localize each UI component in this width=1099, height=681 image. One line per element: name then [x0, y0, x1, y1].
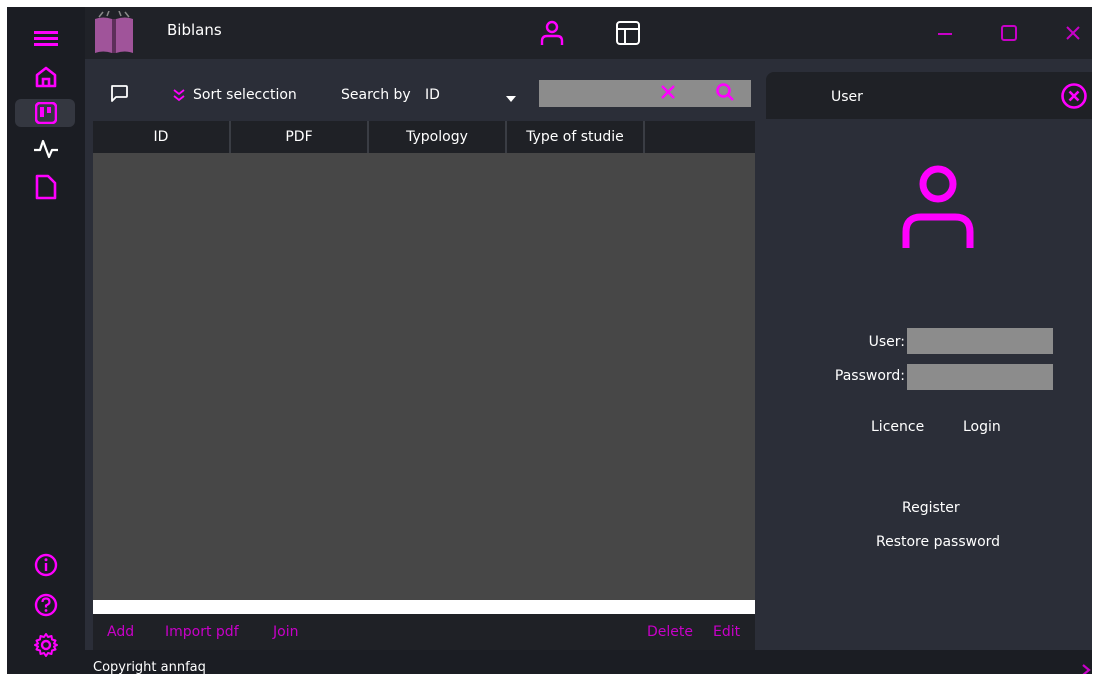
menu-icon	[34, 31, 58, 46]
close-circle-icon	[1061, 83, 1087, 109]
sort-selection-label: Sort selecction	[193, 87, 297, 103]
nav-settings-button[interactable]	[7, 627, 85, 663]
home-icon	[35, 66, 57, 88]
layout-button[interactable]	[615, 20, 641, 50]
close-user-panel-button[interactable]	[1060, 82, 1088, 114]
close-window-button[interactable]	[1061, 21, 1085, 45]
dropdown-arrow-icon[interactable]	[505, 95, 517, 103]
column-header-typology[interactable]: Typology	[369, 121, 507, 153]
comment-button[interactable]	[109, 83, 129, 107]
records-table[interactable]: ID PDF Typology Type of studie	[93, 121, 755, 615]
table-actions-bar: Add Import pdf Join Delete Edit	[93, 614, 755, 650]
nav-info-button[interactable]	[7, 547, 85, 583]
chevron-double-down-icon	[173, 89, 185, 102]
licence-button[interactable]: Licence	[871, 419, 924, 435]
search-by-select-value[interactable]: ID	[425, 87, 440, 103]
book-logo-icon	[95, 11, 133, 53]
copyright-text: Copyright annfaq	[93, 660, 206, 674]
user-panel-header: User	[766, 72, 1092, 119]
user-panel: User User: Password: Licence Login Regis…	[766, 72, 1092, 650]
table-header: ID PDF Typology Type of studie	[93, 121, 755, 153]
user-panel-title: User	[831, 89, 863, 105]
import-pdf-button[interactable]: Import pdf	[165, 624, 239, 640]
left-nav-bar	[7, 7, 85, 674]
search-by-label: Search by	[341, 87, 411, 103]
sort-selection-button[interactable]: Sort selecction	[173, 87, 297, 103]
column-header-type-of-studie[interactable]: Type of studie	[507, 121, 645, 153]
login-button[interactable]: Login	[963, 419, 1001, 435]
nav-board-button[interactable]	[7, 95, 85, 131]
app-window: Biblans Sort selecction Search by ID ID …	[7, 7, 1092, 674]
password-field[interactable]	[907, 364, 1053, 390]
user-icon	[540, 20, 564, 45]
user-profile-button[interactable]	[539, 20, 565, 50]
delete-button[interactable]: Delete	[647, 624, 693, 640]
nav-activity-button[interactable]	[7, 131, 85, 167]
status-bar: Copyright annfaq	[85, 650, 1092, 674]
add-button[interactable]: Add	[107, 624, 134, 640]
horizontal-scrollbar[interactable]	[93, 600, 755, 614]
comment-icon	[111, 85, 128, 102]
table-toolbar: Sort selecction Search by ID	[85, 59, 765, 121]
minimize-icon	[938, 33, 952, 35]
chevron-right-icon[interactable]	[1082, 664, 1092, 674]
layout-icon	[616, 21, 640, 45]
nav-file-button[interactable]	[7, 169, 85, 205]
board-icon	[35, 102, 57, 124]
password-field-label: Password:	[834, 368, 905, 384]
nav-menu-button[interactable]	[7, 21, 85, 57]
user-field[interactable]	[907, 328, 1053, 354]
file-icon	[35, 174, 57, 200]
maximize-icon	[1001, 25, 1017, 41]
join-button[interactable]: Join	[273, 624, 298, 640]
nav-home-button[interactable]	[7, 59, 85, 95]
restore-password-button[interactable]: Restore password	[876, 534, 1000, 550]
minimize-button[interactable]	[933, 21, 957, 45]
close-icon	[1066, 26, 1080, 40]
column-header-id[interactable]: ID	[93, 121, 231, 153]
search-icon[interactable]	[715, 82, 735, 102]
help-icon	[34, 593, 58, 617]
user-field-label: User:	[868, 334, 905, 350]
edit-button[interactable]: Edit	[713, 624, 740, 640]
title-bar: Biblans	[85, 7, 1092, 59]
user-avatar-icon	[902, 165, 974, 248]
maximize-button[interactable]	[997, 21, 1021, 45]
info-icon	[34, 553, 58, 577]
column-header-pdf[interactable]: PDF	[231, 121, 369, 153]
activity-icon	[34, 139, 58, 159]
register-button[interactable]: Register	[902, 500, 960, 516]
settings-icon	[34, 633, 58, 657]
app-title: Biblans	[167, 21, 222, 39]
clear-search-icon[interactable]	[659, 83, 677, 101]
nav-help-button[interactable]	[7, 587, 85, 623]
